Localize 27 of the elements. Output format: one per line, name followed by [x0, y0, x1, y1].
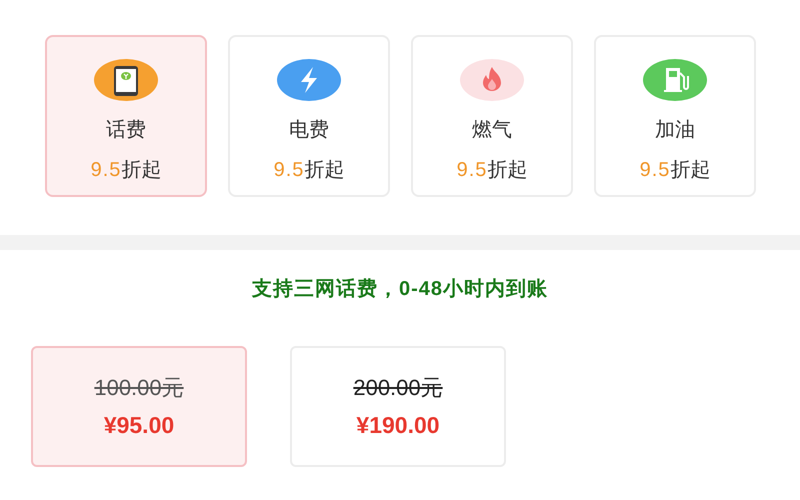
fuel-pump-icon — [643, 59, 707, 101]
category-label: 燃气 — [472, 118, 512, 143]
category-label: 话费 — [106, 118, 146, 143]
discount-suffix: 折起 — [121, 158, 162, 183]
discount-suffix: 折起 — [304, 158, 344, 183]
category-label: 加油 — [655, 118, 695, 143]
phone-icon — [94, 59, 158, 101]
category-card[interactable]: 话费 9.5折起 — [45, 35, 207, 197]
discount-suffix: 折起 — [670, 158, 710, 183]
original-price: 200.00元 — [353, 374, 443, 402]
discount-value: 9.5 — [640, 158, 670, 183]
discount-value: 9.5 — [274, 158, 304, 183]
original-price: 100.00元 — [94, 374, 184, 402]
category-label: 电费 — [289, 118, 329, 143]
category-card[interactable]: 燃气 9.5折起 — [411, 35, 573, 197]
discount-value: 9.5 — [90, 158, 122, 183]
discount-value: 9.5 — [456, 158, 488, 183]
sale-price: ¥95.00 — [104, 410, 174, 440]
category-card[interactable]: 加油 9.5折起 — [594, 35, 756, 197]
flame-icon — [460, 59, 524, 101]
discount-suffix: 折起 — [487, 158, 528, 183]
category-card[interactable]: 电费 9.5折起 — [228, 35, 390, 197]
notice-text: 支持三网话费，0-48小时内到账 — [252, 277, 548, 302]
sale-price: ¥190.00 — [356, 410, 440, 440]
lightning-icon — [277, 59, 341, 101]
amount-card[interactable]: 200.00元 ¥190.00 — [290, 346, 506, 467]
amount-card[interactable]: 100.00元 ¥95.00 — [31, 346, 247, 467]
